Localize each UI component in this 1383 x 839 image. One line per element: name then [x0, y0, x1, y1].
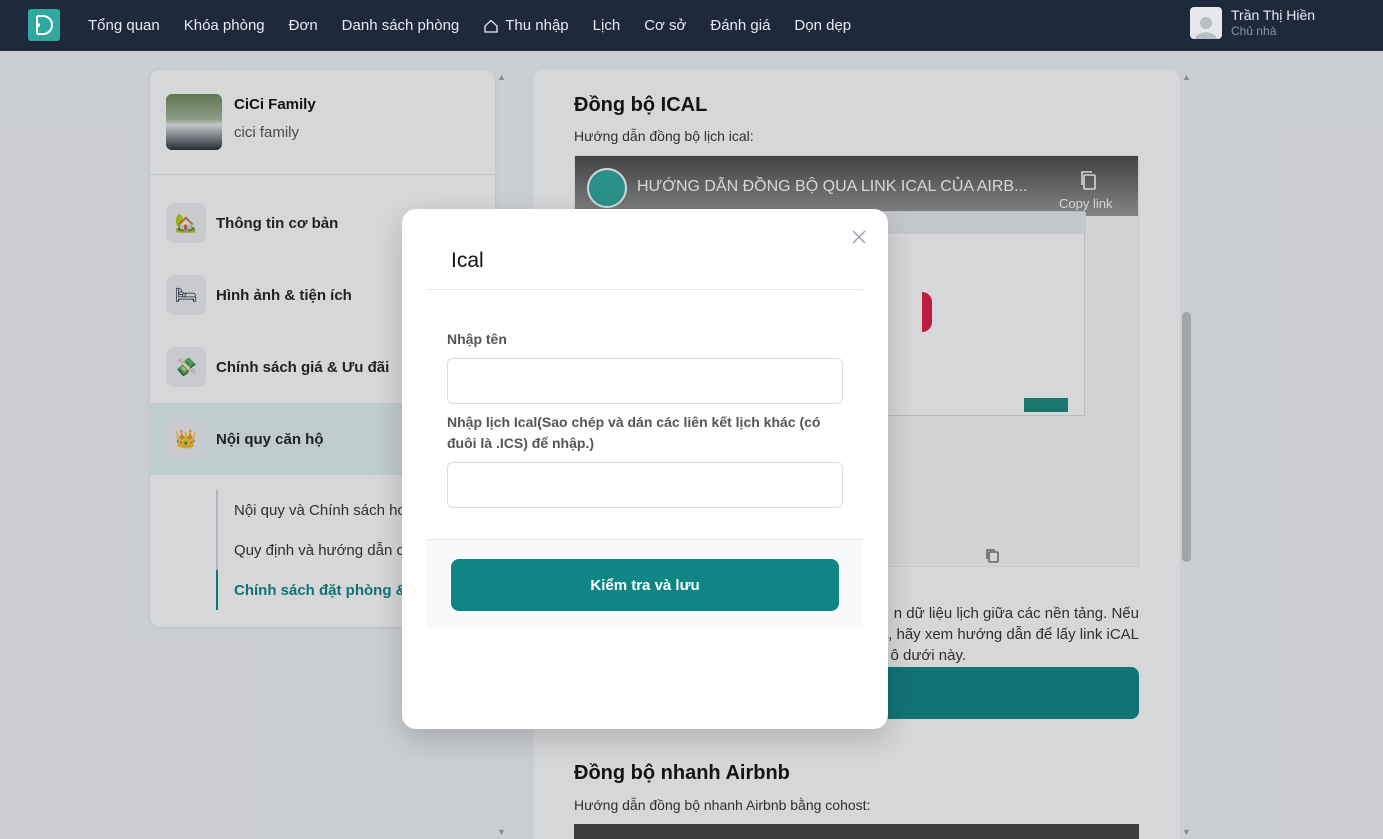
nav-calendar[interactable]: Lịch — [593, 17, 621, 34]
user-role: Chủ nhà — [1231, 24, 1277, 38]
nav-orders[interactable]: Đơn — [289, 17, 318, 34]
modal-title: Ical — [451, 249, 484, 272]
home-icon — [484, 19, 498, 33]
close-icon[interactable] — [850, 228, 868, 246]
ical-field-label: Nhập lịch Ical(Sao chép và dán các liên … — [447, 414, 821, 451]
ical-url-input[interactable] — [447, 462, 843, 508]
name-input[interactable] — [447, 358, 843, 404]
user-menu[interactable]: Trần Thị Hiền Chủ nhà — [1190, 7, 1315, 39]
user-name: Trần Thị Hiền — [1231, 7, 1316, 23]
nav-room-lock[interactable]: Khóa phòng — [184, 17, 265, 34]
logo[interactable] — [28, 9, 60, 41]
nav-reviews[interactable]: Đánh giá — [710, 17, 770, 34]
top-navbar: Tổng quan Khóa phòng Đơn Danh sách phòng… — [0, 0, 1383, 51]
name-field-label: Nhập tên — [447, 331, 507, 347]
avatar — [1190, 7, 1222, 39]
user-icon — [1195, 17, 1217, 39]
check-and-save-button[interactable]: Kiểm tra và lưu — [451, 559, 839, 611]
logo-icon — [36, 15, 53, 35]
nav-room-list[interactable]: Danh sách phòng — [342, 17, 460, 34]
nav-income-label: Thu nhập — [505, 17, 569, 34]
nav-overview[interactable]: Tổng quan — [88, 17, 160, 34]
nav-facility[interactable]: Cơ sở — [644, 17, 686, 34]
main-nav: Tổng quan Khóa phòng Đơn Danh sách phòng… — [88, 0, 851, 51]
modal-footer: Kiểm tra và lưu — [427, 539, 863, 628]
ical-modal: Ical Nhập tên Nhập lịch Ical(Sao chép và… — [402, 209, 888, 729]
modal-divider — [427, 289, 863, 290]
nav-cleaning[interactable]: Dọn dẹp — [794, 17, 851, 34]
nav-income[interactable]: Thu nhập — [483, 17, 569, 34]
